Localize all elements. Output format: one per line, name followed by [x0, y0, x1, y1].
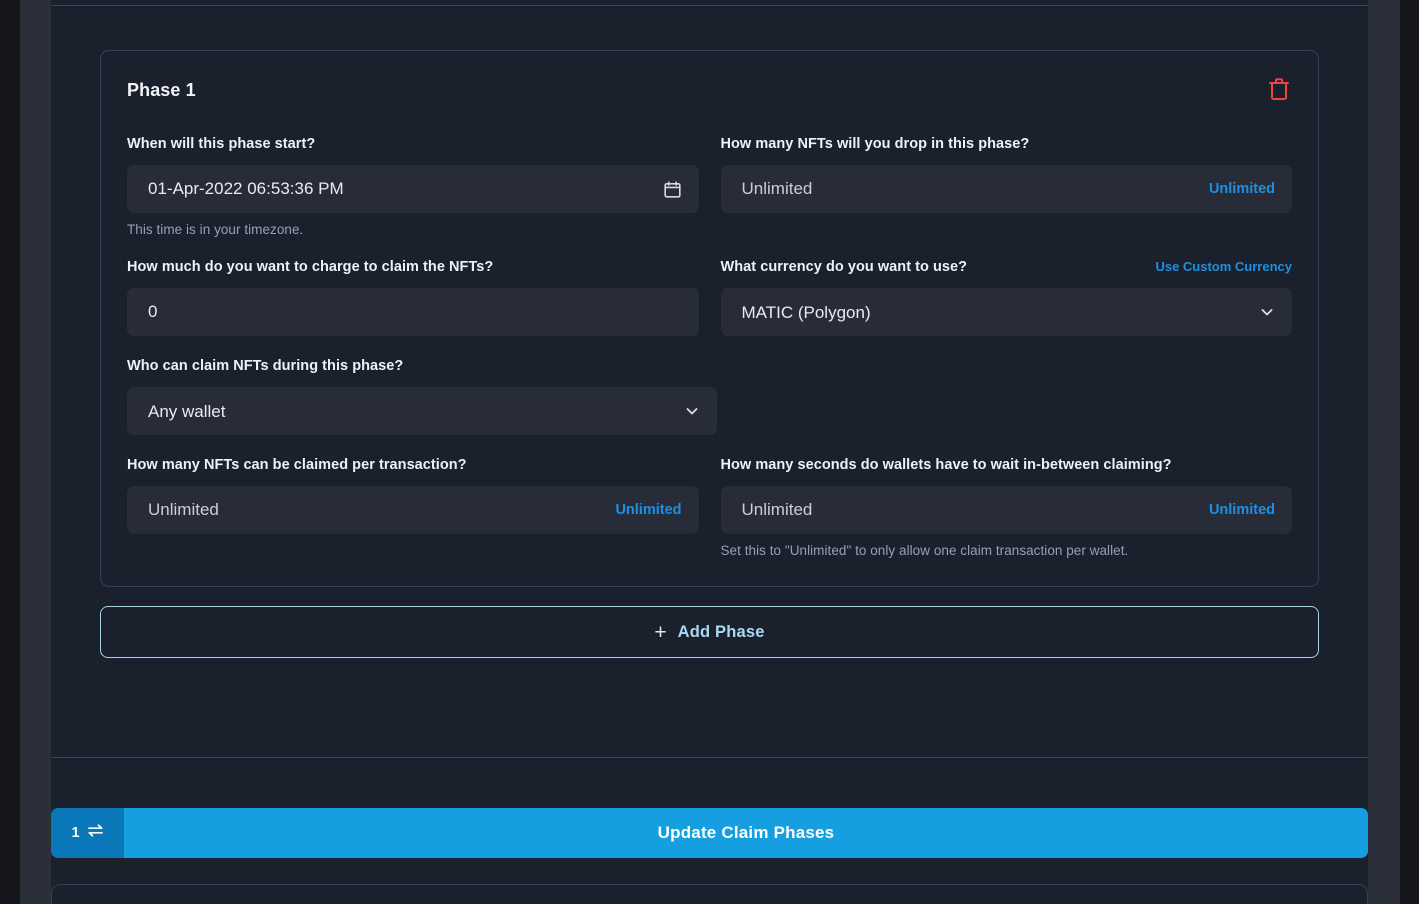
per-transaction-label-row: How many NFTs can be claimed per transac… [127, 457, 699, 475]
quantity-value: Unlimited [741, 179, 813, 198]
wait-seconds-input[interactable]: Unlimited Unlimited [720, 486, 1292, 534]
phase-row-2: How much do you want to charge to claim … [127, 259, 1292, 336]
wait-seconds-label: How many seconds do wallets have to wait… [720, 457, 1172, 473]
page-background-left [0, 0, 20, 904]
per-transaction-value: Unlimited [148, 500, 219, 519]
field-currency: What currency do you want to use? Use Cu… [720, 259, 1293, 336]
app-root: Phase 1 When will this phase start? 01-A… [0, 0, 1419, 904]
use-custom-currency-link[interactable]: Use Custom Currency [1155, 259, 1292, 274]
panel-body: Phase 1 When will this phase start? 01-A… [51, 6, 1368, 757]
start-time-input[interactable]: 01-Apr-2022 06:53:36 PM [127, 165, 699, 213]
page-gutter-right [1368, 0, 1400, 904]
price-label-row: How much do you want to charge to claim … [127, 259, 699, 277]
per-transaction-unlimited-button[interactable]: Unlimited [615, 502, 681, 518]
price-value: 0 [148, 302, 158, 321]
row-spacer-3 [127, 435, 1292, 457]
wait-seconds-unlimited-button[interactable]: Unlimited [1209, 502, 1275, 518]
row-spacer-2 [127, 336, 1292, 358]
page-background-right [1400, 0, 1419, 904]
price-label: How much do you want to charge to claim … [127, 259, 494, 275]
add-phase-label: Add Phase [677, 622, 765, 641]
network-switch-button[interactable]: 1 [51, 808, 124, 858]
calendar-icon[interactable] [663, 180, 682, 199]
quantity-label-row: How many NFTs will you drop in this phas… [721, 136, 1293, 154]
row-spacer-1 [127, 237, 1292, 259]
quantity-label: How many NFTs will you drop in this phas… [720, 136, 1030, 152]
field-who-can-claim: Who can claim NFTs during this phase? An… [127, 358, 717, 435]
field-quantity: How many NFTs will you drop in this phas… [720, 136, 1293, 237]
start-time-hint: This time is in your timezone. [127, 222, 304, 237]
action-bar: 1 Update Claim Phases [51, 808, 1368, 858]
plus-icon: + [654, 620, 667, 644]
start-time-label: When will this phase start? [127, 136, 316, 152]
field-start-time: When will this phase start? 01-Apr-2022 … [127, 136, 699, 237]
start-time-label-row: When will this phase start? [127, 136, 699, 154]
update-claim-phases-button[interactable]: Update Claim Phases [124, 808, 1368, 858]
field-price: How much do you want to charge to claim … [127, 259, 699, 336]
page-gutter-left [20, 0, 51, 904]
claim-phases-panel: Phase 1 When will this phase start? 01-A… [51, 0, 1368, 904]
quantity-unlimited-button[interactable]: Unlimited [1209, 181, 1275, 197]
update-claim-phases-label: Update Claim Phases [657, 823, 835, 842]
currency-select[interactable]: MATIC (Polygon) [720, 288, 1292, 336]
start-time-value: 01-Apr-2022 06:53:36 PM [148, 179, 344, 198]
phase-title: Phase 1 [127, 80, 196, 100]
per-transaction-input[interactable]: Unlimited Unlimited [127, 486, 699, 534]
field-per-transaction: How many NFTs can be claimed per transac… [127, 457, 699, 558]
who-can-claim-select-wrap: Any wallet [127, 387, 717, 435]
currency-select-wrap: MATIC (Polygon) [720, 288, 1292, 336]
add-phase-button[interactable]: + Add Phase [100, 606, 1319, 658]
wait-seconds-value: Unlimited [741, 500, 813, 519]
phase-card: Phase 1 When will this phase start? 01-A… [100, 50, 1319, 587]
delete-phase-button[interactable] [1266, 75, 1292, 106]
wait-seconds-hint: Set this to "Unlimited" to only allow on… [720, 543, 1129, 558]
phase-row-4: How many NFTs can be claimed per transac… [127, 457, 1292, 558]
currency-label-row: What currency do you want to use? Use Cu… [721, 259, 1293, 277]
currency-label: What currency do you want to use? [720, 259, 968, 275]
swap-arrows-icon [87, 823, 104, 843]
who-can-claim-select[interactable]: Any wallet [127, 387, 717, 435]
phase-header: Phase 1 [127, 75, 1292, 106]
phase-row-3-empty [739, 358, 1292, 435]
price-input[interactable]: 0 [127, 288, 699, 336]
phase-row-1: When will this phase start? 01-Apr-2022 … [127, 136, 1292, 237]
who-can-claim-label: Who can claim NFTs during this phase? [127, 358, 404, 374]
who-can-claim-label-row: Who can claim NFTs during this phase? [127, 358, 717, 376]
field-wait-seconds: How many seconds do wallets have to wait… [720, 457, 1293, 558]
network-count: 1 [71, 825, 80, 841]
per-transaction-label: How many NFTs can be claimed per transac… [127, 457, 467, 473]
phase-row-3: Who can claim NFTs during this phase? An… [127, 358, 1292, 435]
quantity-input[interactable]: Unlimited Unlimited [720, 165, 1292, 213]
wait-seconds-label-row: How many seconds do wallets have to wait… [721, 457, 1293, 475]
next-panel-peek [51, 884, 1368, 904]
trash-icon [1268, 77, 1290, 104]
